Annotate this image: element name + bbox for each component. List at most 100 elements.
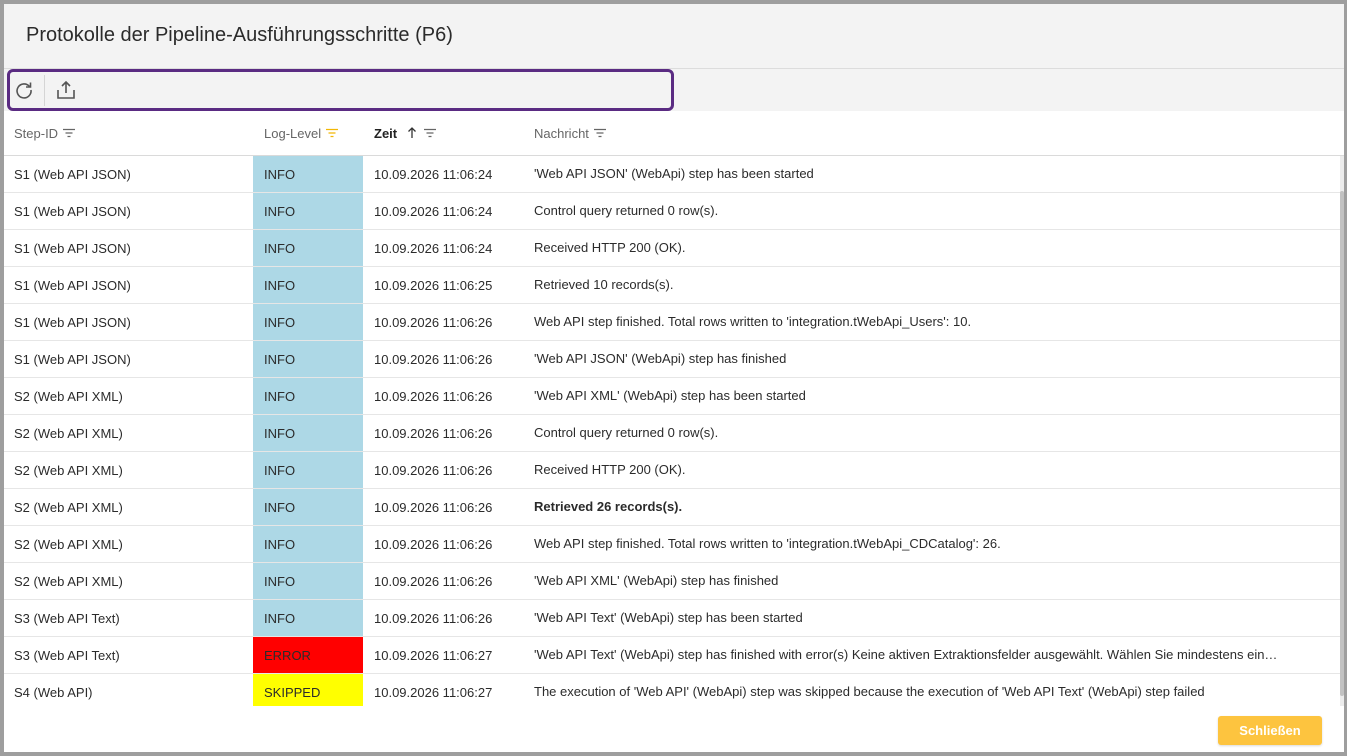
step-id-cell: S2 (Web API XML) bbox=[14, 536, 123, 552]
log-level-cell: SKIPPED bbox=[253, 674, 363, 710]
message-cell: Retrieved 26 records(s). bbox=[534, 499, 683, 514]
log-level-cell: INFO bbox=[253, 563, 363, 599]
filter-icon[interactable] bbox=[62, 128, 76, 138]
table-row[interactable]: S1 (Web API JSON) INFO 10.09.2026 11:06:26… bbox=[4, 304, 1340, 341]
filter-icon[interactable] bbox=[593, 128, 607, 138]
time-cell: 10.09.2026 11:06:26 bbox=[374, 499, 493, 515]
step-id-cell: S1 (Web API JSON) bbox=[14, 203, 131, 219]
time-cell: 10.09.2026 11:06:27 bbox=[374, 684, 493, 700]
column-header-step-id[interactable]: Step-ID bbox=[14, 111, 76, 155]
column-header-nachricht-label: Nachricht bbox=[534, 125, 589, 141]
message-cell: Web API step finished. Total rows writte… bbox=[534, 314, 972, 329]
step-id-cell: S2 (Web API XML) bbox=[14, 573, 123, 589]
message-cell: 'Web API Text' (WebApi) step has been st… bbox=[534, 610, 803, 625]
step-id-cell: S1 (Web API JSON) bbox=[14, 277, 131, 293]
log-level-cell: INFO bbox=[253, 156, 363, 192]
table-row[interactable]: S2 (Web API XML) INFO 10.09.2026 11:06:26 C… bbox=[4, 415, 1340, 452]
step-id-cell: S3 (Web API Text) bbox=[14, 610, 120, 626]
message-cell: Control query returned 0 row(s). bbox=[534, 203, 719, 218]
message-cell: 'Web API XML' (WebApi) step has been sta… bbox=[534, 388, 806, 403]
time-cell: 10.09.2026 11:06:25 bbox=[374, 277, 493, 293]
message-cell: Web API step finished. Total rows writte… bbox=[534, 536, 1001, 551]
vertical-scrollbar[interactable] bbox=[1340, 156, 1344, 706]
toolbar bbox=[4, 69, 1344, 112]
log-level-cell: INFO bbox=[253, 378, 363, 414]
message-cell: The execution of 'Web API' (WebApi) step… bbox=[534, 684, 1205, 699]
table-row[interactable]: S2 (Web API XML) INFO 10.09.2026 11:06:26 '… bbox=[4, 378, 1340, 415]
log-dialog: Protokolle der Pipeline-Ausführungsschri… bbox=[4, 4, 1344, 752]
export-button[interactable] bbox=[50, 74, 82, 106]
step-id-cell: S1 (Web API JSON) bbox=[14, 351, 131, 367]
log-level-cell: INFO bbox=[253, 304, 363, 340]
log-level-cell: INFO bbox=[253, 489, 363, 525]
message-cell: 'Web API JSON' (WebApi) step has finishe… bbox=[534, 351, 787, 366]
export-icon bbox=[57, 80, 75, 99]
step-id-cell: S2 (Web API XML) bbox=[14, 425, 123, 441]
log-level-cell: INFO bbox=[253, 341, 363, 377]
toolbar-focus-outline bbox=[7, 69, 674, 111]
table-row[interactable]: S2 (Web API XML) INFO 10.09.2026 11:06:26 '… bbox=[4, 563, 1340, 600]
log-level-cell: INFO bbox=[253, 193, 363, 229]
filter-icon[interactable] bbox=[423, 128, 437, 138]
scrollbar-thumb[interactable] bbox=[1340, 191, 1344, 696]
dialog-titlebar: Protokolle der Pipeline-Ausführungsschri… bbox=[4, 4, 1344, 69]
time-cell: 10.09.2026 11:06:26 bbox=[374, 573, 493, 589]
column-header-zeit-label: Zeit bbox=[374, 125, 398, 141]
table-row[interactable]: S2 (Web API XML) INFO 10.09.2026 11:06:26 R… bbox=[4, 489, 1340, 526]
log-level-cell: INFO bbox=[253, 600, 363, 636]
time-cell: 10.09.2026 11:06:26 bbox=[374, 536, 493, 552]
step-id-cell: S2 (Web API XML) bbox=[14, 499, 123, 515]
refresh-icon bbox=[16, 82, 32, 99]
grid-header: Step-ID Log-Level Zeit Nachricht bbox=[4, 111, 1344, 156]
message-cell: Control query returned 0 row(s). bbox=[534, 425, 719, 440]
toolbar-separator bbox=[44, 75, 45, 106]
step-id-cell: S1 (Web API JSON) bbox=[14, 314, 131, 330]
table-row[interactable]: S1 (Web API JSON) INFO 10.09.2026 11:06:24… bbox=[4, 156, 1340, 193]
time-cell: 10.09.2026 11:06:26 bbox=[374, 462, 493, 478]
message-cell: 'Web API Text' (WebApi) step has finishe… bbox=[534, 647, 1278, 662]
message-cell: Received HTTP 200 (OK). bbox=[534, 462, 686, 477]
filter-active-icon[interactable] bbox=[325, 128, 339, 138]
grid-body: S1 (Web API JSON) INFO 10.09.2026 11:06:24… bbox=[4, 156, 1340, 711]
table-row[interactable]: S1 (Web API JSON) INFO 10.09.2026 11:06:24… bbox=[4, 230, 1340, 267]
log-level-cell: INFO bbox=[253, 526, 363, 562]
step-id-cell: S1 (Web API JSON) bbox=[14, 166, 131, 182]
column-header-step-id-label: Step-ID bbox=[14, 125, 59, 141]
time-cell: 10.09.2026 11:06:26 bbox=[374, 314, 493, 330]
time-cell: 10.09.2026 11:06:26 bbox=[374, 425, 493, 441]
table-row[interactable]: S1 (Web API JSON) INFO 10.09.2026 11:06:24… bbox=[4, 193, 1340, 230]
message-cell: Received HTTP 200 (OK). bbox=[534, 240, 686, 255]
column-header-zeit[interactable]: Zeit bbox=[374, 111, 437, 155]
log-level-cell: INFO bbox=[253, 230, 363, 266]
time-cell: 10.09.2026 11:06:24 bbox=[374, 166, 493, 182]
table-row[interactable]: S3 (Web API Text) ERROR 10.09.2026 11:06:2… bbox=[4, 637, 1340, 674]
dialog-title: Protokolle der Pipeline-Ausführungsschri… bbox=[26, 24, 453, 46]
log-level-cell: INFO bbox=[253, 267, 363, 303]
table-row[interactable]: S3 (Web API Text) INFO 10.09.2026 11:06:26… bbox=[4, 600, 1340, 637]
dialog-footer: Schließen bbox=[4, 706, 1344, 752]
time-cell: 10.09.2026 11:06:26 bbox=[374, 388, 493, 404]
step-id-cell: S3 (Web API Text) bbox=[14, 647, 120, 663]
sort-ascending-icon bbox=[408, 127, 417, 138]
table-row[interactable]: S2 (Web API XML) INFO 10.09.2026 11:06:26 W… bbox=[4, 526, 1340, 563]
table-row[interactable]: S1 (Web API JSON) INFO 10.09.2026 11:06:25… bbox=[4, 267, 1340, 304]
log-level-cell: INFO bbox=[253, 415, 363, 451]
column-header-nachricht[interactable]: Nachricht bbox=[534, 111, 607, 155]
log-level-cell: ERROR bbox=[253, 637, 363, 673]
refresh-button[interactable] bbox=[8, 74, 40, 106]
column-header-log-level[interactable]: Log-Level bbox=[264, 111, 339, 155]
message-cell: 'Web API XML' (WebApi) step has finished bbox=[534, 573, 779, 588]
table-row[interactable]: S2 (Web API XML) INFO 10.09.2026 11:06:26 R… bbox=[4, 452, 1340, 489]
time-cell: 10.09.2026 11:06:24 bbox=[374, 203, 493, 219]
close-button[interactable]: Schließen bbox=[1218, 716, 1322, 745]
message-cell: Retrieved 10 records(s). bbox=[534, 277, 674, 292]
message-cell: 'Web API JSON' (WebApi) step has been st… bbox=[534, 166, 814, 181]
column-header-log-level-label: Log-Level bbox=[264, 125, 322, 141]
time-cell: 10.09.2026 11:06:24 bbox=[374, 240, 493, 256]
step-id-cell: S4 (Web API) bbox=[14, 684, 93, 700]
step-id-cell: S2 (Web API XML) bbox=[14, 388, 123, 404]
time-cell: 10.09.2026 11:06:26 bbox=[374, 610, 493, 626]
time-cell: 10.09.2026 11:06:26 bbox=[374, 351, 493, 367]
step-id-cell: S2 (Web API XML) bbox=[14, 462, 123, 478]
table-row[interactable]: S1 (Web API JSON) INFO 10.09.2026 11:06:26… bbox=[4, 341, 1340, 378]
